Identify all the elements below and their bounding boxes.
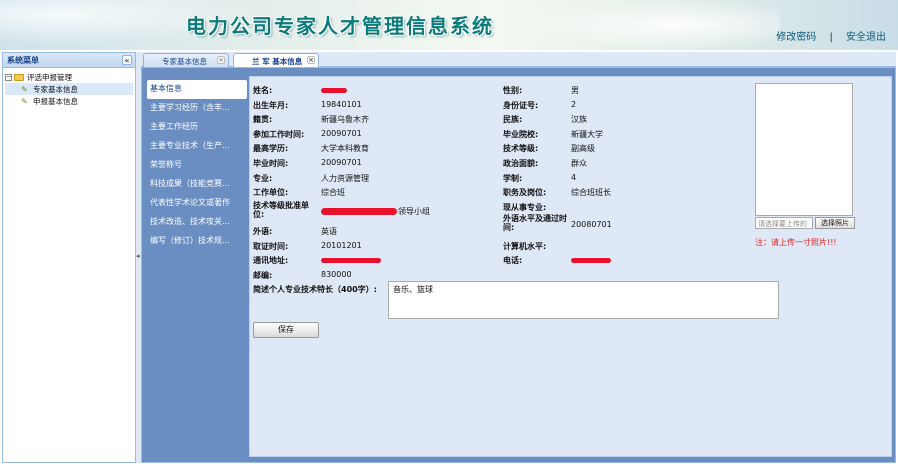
school-value: 新疆大学: [571, 130, 603, 139]
language-value: 英语: [321, 227, 337, 236]
language-label: 外语:: [253, 227, 273, 236]
position-value: 综合班班长: [571, 188, 611, 197]
hometown-value: 新疆乌鲁木齐: [321, 115, 369, 124]
work-start-value: 20090701: [321, 129, 362, 138]
link-separator: |: [829, 32, 833, 43]
photo-note: 注：请上传一寸照片!!!: [755, 238, 837, 247]
tech-level-value: 副高级: [571, 144, 595, 153]
section-tech-expertise[interactable]: 主要专业技术（生产...: [147, 137, 247, 156]
redacted-name: [321, 88, 347, 93]
app-title: 电力公司专家人才管理信息系统: [186, 14, 494, 38]
choose-photo-button[interactable]: 选择照片: [815, 217, 855, 229]
section-standards[interactable]: 编写（修订）技术规...: [147, 232, 247, 251]
skills-textarea[interactable]: 音乐、篮球: [388, 281, 779, 319]
education-label: 最高学历:: [253, 144, 289, 153]
photo-preview: [755, 83, 853, 216]
cert-date-label: 取证时间:: [253, 242, 289, 251]
content-panel: 基本信息 主要学习经历（含丰... 主要工作经历 主要专业技术（生产... 荣誉…: [141, 67, 896, 463]
section-honors[interactable]: 荣誉称号: [147, 156, 247, 175]
ethnicity-value: 汉族: [571, 115, 587, 124]
ethnicity-label: 民族:: [503, 115, 523, 124]
duration-label: 学制:: [503, 174, 523, 183]
section-papers[interactable]: 代表性学术论文或著作: [147, 194, 247, 213]
splitter-arrow-icon: ◂: [136, 252, 140, 260]
current-field-label: 现从事专业:: [503, 203, 547, 212]
section-nav: 基本信息 主要学习经历（含丰... 主要工作经历 主要专业技术（生产... 荣誉…: [147, 80, 247, 251]
major-label: 专业:: [253, 174, 273, 183]
major-value: 人力资源管理: [321, 174, 369, 183]
menu-tree: − 评选申报管理 ✎ 专家基本信息 ✎ 申报基本信息: [3, 68, 135, 110]
sidebar-title: 系统菜单: [7, 56, 39, 65]
birth-value: 19840101: [321, 100, 362, 109]
political-value: 群众: [571, 159, 587, 168]
close-icon[interactable]: ×: [307, 56, 315, 64]
header-decoration: [520, 0, 780, 50]
tab-label: 专家基本信息: [162, 57, 207, 66]
basic-info-form: 姓名: 出生年月: 19840101 籍贯: 新疆乌鲁木齐 参加工作时间: 20…: [249, 76, 892, 457]
redacted-phone: [571, 258, 611, 263]
duration-value: 4: [571, 173, 577, 182]
tab-label: 兰 军 基本信息: [252, 57, 303, 66]
name-label: 姓名:: [253, 86, 273, 95]
workplace-label: 工作单位:: [253, 188, 289, 197]
postcode-value: 830000: [321, 270, 352, 279]
approval-unit-label: 技术等级批准单位:: [253, 201, 309, 219]
collapse-sidebar-button[interactable]: «: [122, 55, 132, 65]
close-icon[interactable]: ×: [217, 56, 225, 64]
tree-item-expert-info[interactable]: ✎ 专家基本信息: [5, 83, 133, 95]
approval-unit-value: 领导小组: [398, 207, 430, 216]
tech-level-label: 技术等级:: [503, 144, 539, 153]
top-links: 修改密码 | 安全退出: [776, 28, 886, 43]
birth-label: 出生年月:: [253, 101, 289, 110]
tab-bar: 专家基本信息 × 兰 军 基本信息 ×: [141, 52, 896, 68]
workplace-value: 综合班: [321, 188, 345, 197]
graduation-value: 20090701: [321, 158, 362, 167]
gender-label: 性别:: [503, 86, 523, 95]
logout-link[interactable]: 安全退出: [846, 32, 886, 43]
work-start-label: 参加工作时间:: [253, 130, 305, 139]
sidebar: 系统菜单 « − 评选申报管理 ✎ 专家基本信息 ✎ 申报基本信息: [2, 52, 136, 463]
folder-icon: [14, 73, 24, 81]
school-label: 毕业院校:: [503, 130, 539, 139]
cert-date-value: 20101201: [321, 241, 362, 250]
language-level-label: 外语水平及通过时间:: [503, 214, 567, 232]
collapse-node-icon[interactable]: −: [5, 73, 12, 81]
section-study-history[interactable]: 主要学习经历（含丰...: [147, 99, 247, 118]
section-basic-info[interactable]: 基本信息: [147, 80, 247, 99]
skills-label: 简述个人专业技术特长（400字）:: [253, 285, 377, 294]
position-label: 职务及岗位:: [503, 188, 547, 197]
pencil-icon: ✎: [21, 84, 28, 94]
sidebar-header: 系统菜单 «: [3, 53, 135, 68]
hometown-label: 籍贯:: [253, 115, 273, 124]
postcode-label: 邮编:: [253, 271, 273, 280]
section-achievements[interactable]: 科技成果（技能竞赛...: [147, 175, 247, 194]
save-button[interactable]: 保存: [253, 322, 319, 338]
tree-item-application-info[interactable]: ✎ 申报基本信息: [5, 95, 133, 107]
tree-item-label: 申报基本信息: [33, 96, 78, 106]
political-label: 政治面貌:: [503, 159, 539, 168]
change-password-link[interactable]: 修改密码: [776, 32, 816, 43]
tab-person-info[interactable]: 兰 军 基本信息 ×: [233, 53, 319, 68]
tree-node-root[interactable]: − 评选申报管理: [5, 71, 133, 83]
redacted-approval-unit: [321, 208, 397, 215]
pencil-icon: ✎: [21, 96, 28, 106]
tab-expert-info[interactable]: 专家基本信息 ×: [143, 53, 229, 67]
phone-label: 电话:: [503, 256, 523, 265]
language-level-value: 20080701: [571, 220, 612, 229]
photo-file-input[interactable]: 请选择要上传的: [755, 217, 813, 229]
computer-level-label: 计算机水平:: [503, 242, 547, 251]
address-label: 通讯地址:: [253, 256, 289, 265]
id-value: 2: [571, 100, 577, 109]
tree-node-label: 评选申报管理: [27, 72, 72, 82]
education-value: 大学本科教育: [321, 144, 369, 153]
id-label: 身份证号:: [503, 101, 539, 110]
redacted-address: [321, 258, 381, 263]
app-header: 电力公司专家人才管理信息系统 修改密码 | 安全退出: [0, 0, 898, 50]
section-work-history[interactable]: 主要工作经历: [147, 118, 247, 137]
gender-value: 男: [571, 86, 579, 95]
section-tech-improvement[interactable]: 技术改造、技术攻关...: [147, 213, 247, 232]
tree-item-label: 专家基本信息: [33, 84, 78, 94]
graduation-label: 毕业时间:: [253, 159, 289, 168]
